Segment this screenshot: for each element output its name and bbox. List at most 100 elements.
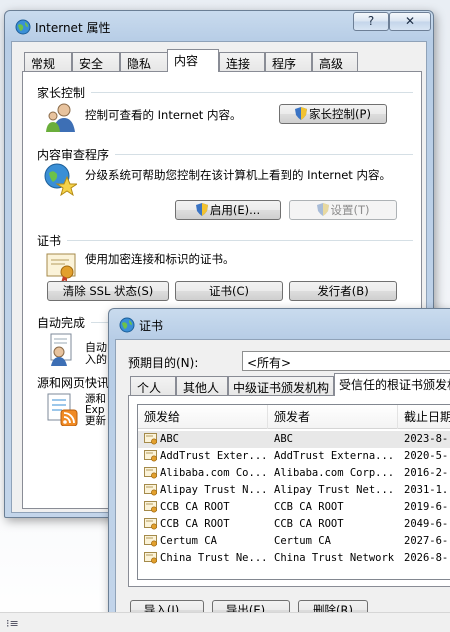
certificate-icon xyxy=(144,433,157,445)
issued-to-cell: AddTrust Exter... xyxy=(160,450,268,462)
ie-window-title: Internet 属性 xyxy=(35,21,111,35)
shield-icon xyxy=(195,203,208,216)
parental-controls-heading: 家长控制 xyxy=(37,84,413,101)
autocomplete-description: 自动 入的 xyxy=(85,341,107,366)
advisor-settings-button-label: 设置(T) xyxy=(330,203,370,217)
certificate-icon xyxy=(144,467,157,479)
content-advisor-description: 分级系统可帮助您控制在该计算机上看到的 Internet 内容。 xyxy=(85,168,391,182)
column-issued-by[interactable]: 颁发者 xyxy=(268,405,398,429)
issued-by-cell: AddTrust Externa... xyxy=(274,450,395,462)
certificate-icon xyxy=(144,518,157,530)
certificate-list[interactable]: 颁发给 颁发者 截止日期 ABC ABC 2023-8- AddTrust Exter… xyxy=(137,404,450,580)
enable-advisor-button-label: 启用(E)... xyxy=(209,203,261,217)
feeds-heading-text: 源和网页快讯 xyxy=(37,376,110,390)
cert-client-area: 预期目的(N): <所有> 个人 其他人 中级证书颁发机构 受信任的根证书颁发机… xyxy=(115,339,450,623)
cert-titlebar[interactable]: 证书 xyxy=(109,309,450,339)
parental-controls-description: 控制可查看的 Internet 内容。 xyxy=(85,108,242,122)
expiration-cell: 2016-2- xyxy=(404,467,449,479)
certificate-icon xyxy=(144,484,157,496)
trusted-root-panel: 颁发给 颁发者 截止日期 ABC ABC 2023-8- AddTrust Exter… xyxy=(128,395,450,587)
expiration-cell: 2027-6- xyxy=(404,535,449,547)
table-row[interactable]: CCB CA ROOT CCB CA ROOT 2019-6- xyxy=(138,499,450,516)
internet-globe-icon xyxy=(119,317,135,333)
expiration-cell: 2049-6- xyxy=(404,518,449,530)
publishers-button[interactable]: 发行者(B) xyxy=(289,281,397,301)
tab-other-people[interactable]: 其他人 xyxy=(176,376,228,396)
feed-icon xyxy=(47,393,78,426)
taskbar-glyph: ⁝≡ xyxy=(6,617,19,630)
shield-icon xyxy=(295,107,308,120)
table-row[interactable]: Alibaba.com Co... Alibaba.com Corp... 2016… xyxy=(138,465,450,482)
tab-personal[interactable]: 个人 xyxy=(130,376,176,396)
tab-security[interactable]: 安全 xyxy=(72,52,120,72)
certificate-list-header: 颁发给 颁发者 截止日期 xyxy=(138,405,450,429)
tab-privacy[interactable]: 隐私 xyxy=(120,52,168,72)
help-button[interactable]: ? xyxy=(353,12,389,31)
certificates-heading-text: 证书 xyxy=(37,234,62,248)
tab-trusted-root-ca[interactable]: 受信任的根证书颁发机 xyxy=(334,373,450,396)
parental-controls-button[interactable]: 家长控制(P) xyxy=(279,104,387,124)
issued-by-cell: CCB CA ROOT xyxy=(274,501,344,513)
issued-by-cell: ABC xyxy=(274,433,293,445)
autocomplete-icon xyxy=(50,333,72,366)
tab-programs[interactable]: 程序 xyxy=(265,52,312,72)
ie-titlebar[interactable]: Internet 属性 ? ✕ xyxy=(5,11,433,41)
table-row[interactable]: AddTrust Exter... AddTrust Externa... 2020… xyxy=(138,448,450,465)
intended-purpose-select[interactable]: <所有> xyxy=(242,351,450,371)
issued-by-cell: Alibaba.com Corp... xyxy=(274,467,395,479)
issued-to-cell: CCB CA ROOT xyxy=(160,501,230,513)
table-row[interactable]: ABC ABC 2023-8- xyxy=(138,431,450,448)
column-issued-to[interactable]: 颁发给 xyxy=(138,405,268,429)
taskbar-strip: ⁝≡ xyxy=(0,612,450,632)
table-row[interactable]: CCB CA ROOT CCB CA ROOT 2049-6- xyxy=(138,516,450,533)
tab-advanced[interactable]: 高级 xyxy=(312,52,358,72)
content-advisor-star-icon xyxy=(44,163,77,196)
certificates-button[interactable]: 证书(C) xyxy=(175,281,283,301)
certificate-icon xyxy=(144,501,157,513)
expiration-cell: 2026-8- xyxy=(404,552,449,564)
shield-icon xyxy=(316,203,329,216)
issued-by-cell: CCB CA ROOT xyxy=(274,518,344,530)
tab-content[interactable]: 内容 xyxy=(167,49,219,72)
advisor-settings-button: 设置(T) xyxy=(289,200,397,220)
issued-to-cell: ABC xyxy=(160,433,179,445)
issued-to-cell: Alibaba.com Co... xyxy=(160,467,268,479)
certificate-icon xyxy=(144,535,157,547)
cert-window-title: 证书 xyxy=(139,319,164,333)
table-row[interactable]: Certum CA Certum CA 2027-6- xyxy=(138,533,450,550)
content-advisor-heading-text: 内容审查程序 xyxy=(37,148,110,162)
tab-intermediate-ca[interactable]: 中级证书颁发机构 xyxy=(228,376,334,396)
expiration-cell: 2031-1. xyxy=(404,484,449,496)
issued-to-cell: CCB CA ROOT xyxy=(160,518,230,530)
parental-controls-button-label: 家长控制(P) xyxy=(309,107,371,121)
issued-to-cell: China Trust Ne... xyxy=(160,552,268,564)
expiration-cell: 2019-6- xyxy=(404,501,449,513)
expiration-cell: 2023-8- xyxy=(404,433,449,445)
clear-ssl-state-button[interactable]: 清除 SSL 状态(S) xyxy=(47,281,169,301)
content-advisor-heading: 内容审查程序 xyxy=(37,146,413,163)
certificate-icon xyxy=(144,450,157,462)
close-button[interactable]: ✕ xyxy=(389,12,431,31)
certificates-window: 证书 预期目的(N): <所有> 个人 其他人 中级证书颁发机构 受信任的根证书… xyxy=(108,308,450,628)
column-expiration[interactable]: 截止日期 xyxy=(398,405,450,429)
intended-purpose-label: 预期目的(N): xyxy=(128,356,199,370)
parental-controls-icon xyxy=(46,103,75,132)
table-row[interactable]: China Trust Ne... China Trust Network 2026… xyxy=(138,550,450,567)
parental-heading-text: 家长控制 xyxy=(37,86,86,100)
certificates-description: 使用加密连接和标识的证书。 xyxy=(85,252,235,266)
expiration-cell: 2020-5- xyxy=(404,450,449,462)
internet-globe-icon xyxy=(15,19,31,35)
tab-general[interactable]: 常规 xyxy=(24,52,72,72)
issued-by-cell: Certum CA xyxy=(274,535,331,547)
certificate-icon xyxy=(46,253,76,283)
issued-by-cell: Alipay Trust Net... xyxy=(274,484,395,496)
issued-by-cell: China Trust Network xyxy=(274,552,395,564)
issued-to-cell: Alipay Trust N... xyxy=(160,484,268,496)
issued-to-cell: Certum CA xyxy=(160,535,217,547)
tab-connections[interactable]: 连接 xyxy=(219,52,265,72)
table-row[interactable]: Alipay Trust N... Alipay Trust Net... 2031… xyxy=(138,482,450,499)
enable-advisor-button[interactable]: 启用(E)... xyxy=(175,200,281,220)
certificates-heading: 证书 xyxy=(37,232,413,249)
certificate-icon xyxy=(144,552,157,564)
feeds-description: 源和 Exp 更新 xyxy=(85,393,106,427)
